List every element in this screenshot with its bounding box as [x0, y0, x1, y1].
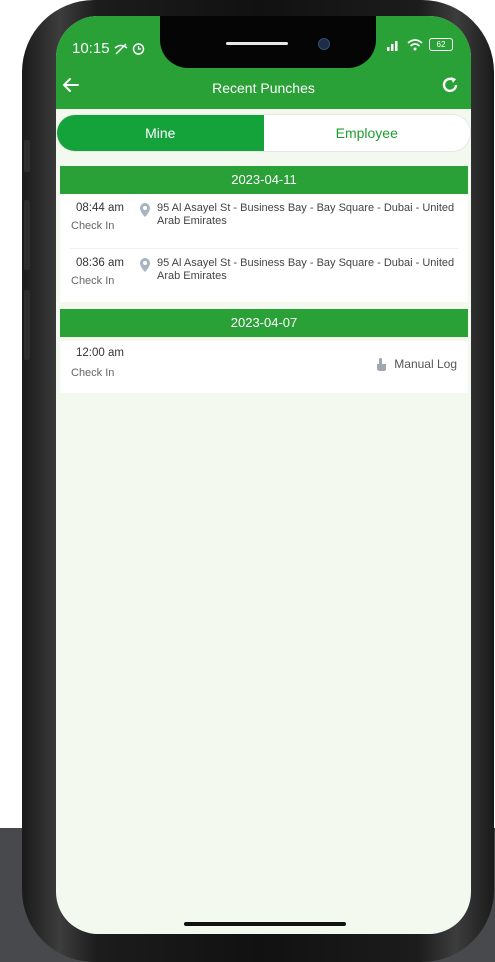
hand-pointer-icon [377, 357, 387, 371]
header-bar: 10:15 62 Recent Punches [56, 16, 471, 109]
date-header: 2023-04-11 [60, 166, 468, 194]
punch-entry[interactable]: 12:00 am Check In Manual Log [60, 341, 468, 395]
no-signal-icon [114, 43, 128, 55]
punch-time: 08:44 am [76, 202, 124, 214]
punch-type: Check In [71, 275, 115, 287]
tab-switcher: Mine Employee [57, 115, 470, 151]
tab-mine[interactable]: Mine [57, 115, 264, 151]
battery-icon: 62 [429, 38, 453, 51]
punch-address: 95 Al Asayel St - Business Bay - Bay Squ… [157, 257, 455, 282]
location-pin-icon [140, 203, 150, 217]
punch-address: 95 Al Asayel St - Business Bay - Bay Squ… [157, 202, 455, 227]
status-bar: 10:15 [72, 40, 145, 57]
punch-type: Check In [71, 220, 115, 232]
punch-type: Check In [71, 367, 115, 379]
status-time: 10:15 [72, 40, 110, 57]
punch-list: 08:44 am Check In 95 Al Asayel St - Busi… [60, 194, 468, 302]
date-header: 2023-04-07 [60, 309, 468, 337]
wifi-icon [407, 38, 423, 50]
phone-side-button [24, 140, 30, 172]
manual-log-text: Manual Log [394, 357, 457, 371]
phone-side-button [24, 200, 30, 270]
app-screen: 10:15 62 Recent Punches Mine Employee 20… [56, 16, 471, 934]
location-pin-icon [140, 258, 150, 272]
punch-entry[interactable]: 08:36 am Check In 95 Al Asayel St - Busi… [60, 249, 468, 303]
manual-log-label: Manual Log [375, 357, 457, 371]
tab-employee[interactable]: Employee [263, 115, 470, 151]
speaker-grille [226, 42, 288, 45]
punch-time: 12:00 am [76, 347, 124, 359]
punch-list: 12:00 am Check In Manual Log [60, 341, 468, 393]
status-icons: 62 [387, 38, 453, 51]
camera-notch [160, 16, 376, 68]
punch-time: 08:36 am [76, 257, 124, 269]
signal-icon [387, 40, 398, 51]
page-title: Recent Punches [212, 80, 315, 96]
punch-entry[interactable]: 08:44 am Check In 95 Al Asayel St - Busi… [60, 194, 468, 248]
front-camera [318, 38, 330, 50]
home-indicator[interactable] [184, 922, 346, 926]
refresh-icon[interactable] [439, 74, 461, 96]
alarm-icon [132, 43, 144, 55]
phone-side-button [24, 290, 30, 360]
